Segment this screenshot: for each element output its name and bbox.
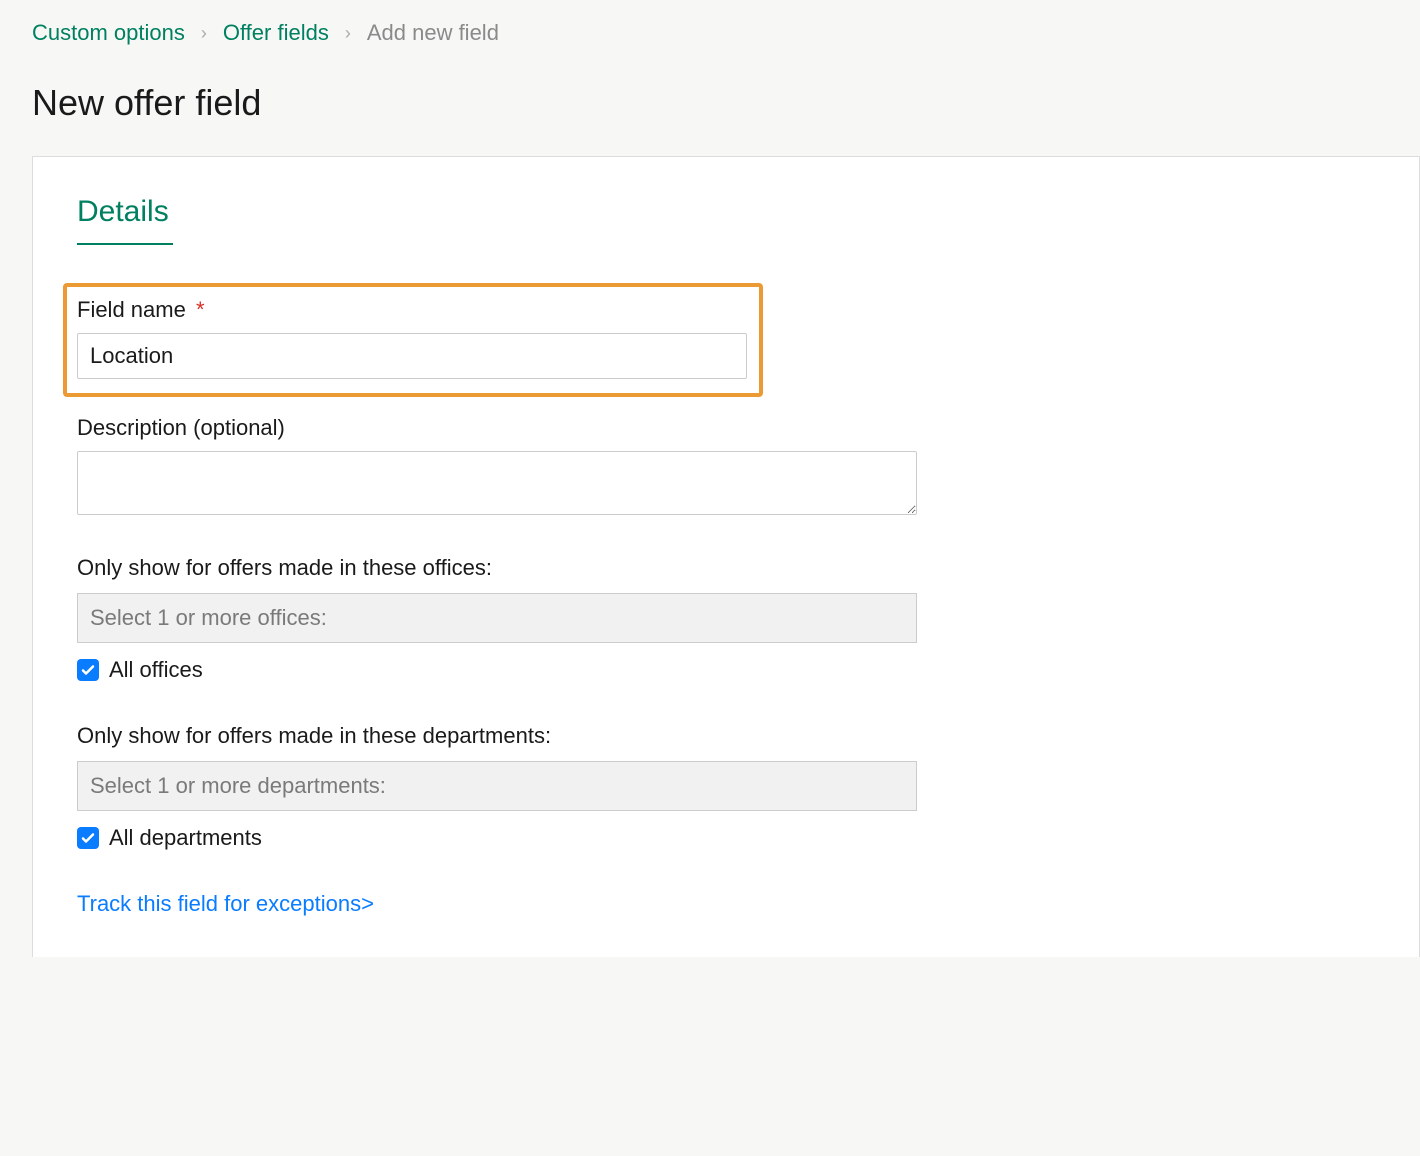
tab-underline <box>77 243 173 245</box>
track-exceptions-link[interactable]: Track this field for exceptions> <box>77 891 374 917</box>
field-name-highlight: Field name * <box>63 283 763 397</box>
offices-select[interactable]: Select 1 or more offices: <box>77 593 917 643</box>
departments-label: Only show for offers made in these depar… <box>77 723 1375 749</box>
field-name-input[interactable] <box>77 333 747 379</box>
offices-label: Only show for offers made in these offic… <box>77 555 1375 581</box>
all-departments-checkbox-row: All departments <box>77 825 1375 851</box>
all-offices-checkbox[interactable] <box>77 659 99 681</box>
all-departments-checkbox[interactable] <box>77 827 99 849</box>
check-icon <box>80 830 96 846</box>
departments-placeholder: Select 1 or more departments: <box>90 773 386 799</box>
breadcrumb-custom-options[interactable]: Custom options <box>32 20 185 46</box>
all-offices-label: All offices <box>109 657 203 683</box>
required-marker: * <box>196 297 205 322</box>
field-name-label: Field name * <box>77 297 749 323</box>
details-panel: Details Field name * Description (option… <box>32 156 1420 957</box>
chevron-right-icon: › <box>201 23 207 44</box>
description-textarea[interactable] <box>77 451 917 515</box>
breadcrumb-current: Add new field <box>367 20 499 46</box>
all-offices-checkbox-row: All offices <box>77 657 1375 683</box>
description-label: Description (optional) <box>77 415 1375 441</box>
section-title-details: Details <box>77 195 1375 229</box>
page-title: New offer field <box>0 46 1420 156</box>
check-icon <box>80 662 96 678</box>
chevron-right-icon: › <box>345 23 351 44</box>
all-departments-label: All departments <box>109 825 262 851</box>
breadcrumb: Custom options › Offer fields › Add new … <box>0 0 1420 46</box>
offices-placeholder: Select 1 or more offices: <box>90 605 327 631</box>
breadcrumb-offer-fields[interactable]: Offer fields <box>223 20 329 46</box>
departments-select[interactable]: Select 1 or more departments: <box>77 761 917 811</box>
